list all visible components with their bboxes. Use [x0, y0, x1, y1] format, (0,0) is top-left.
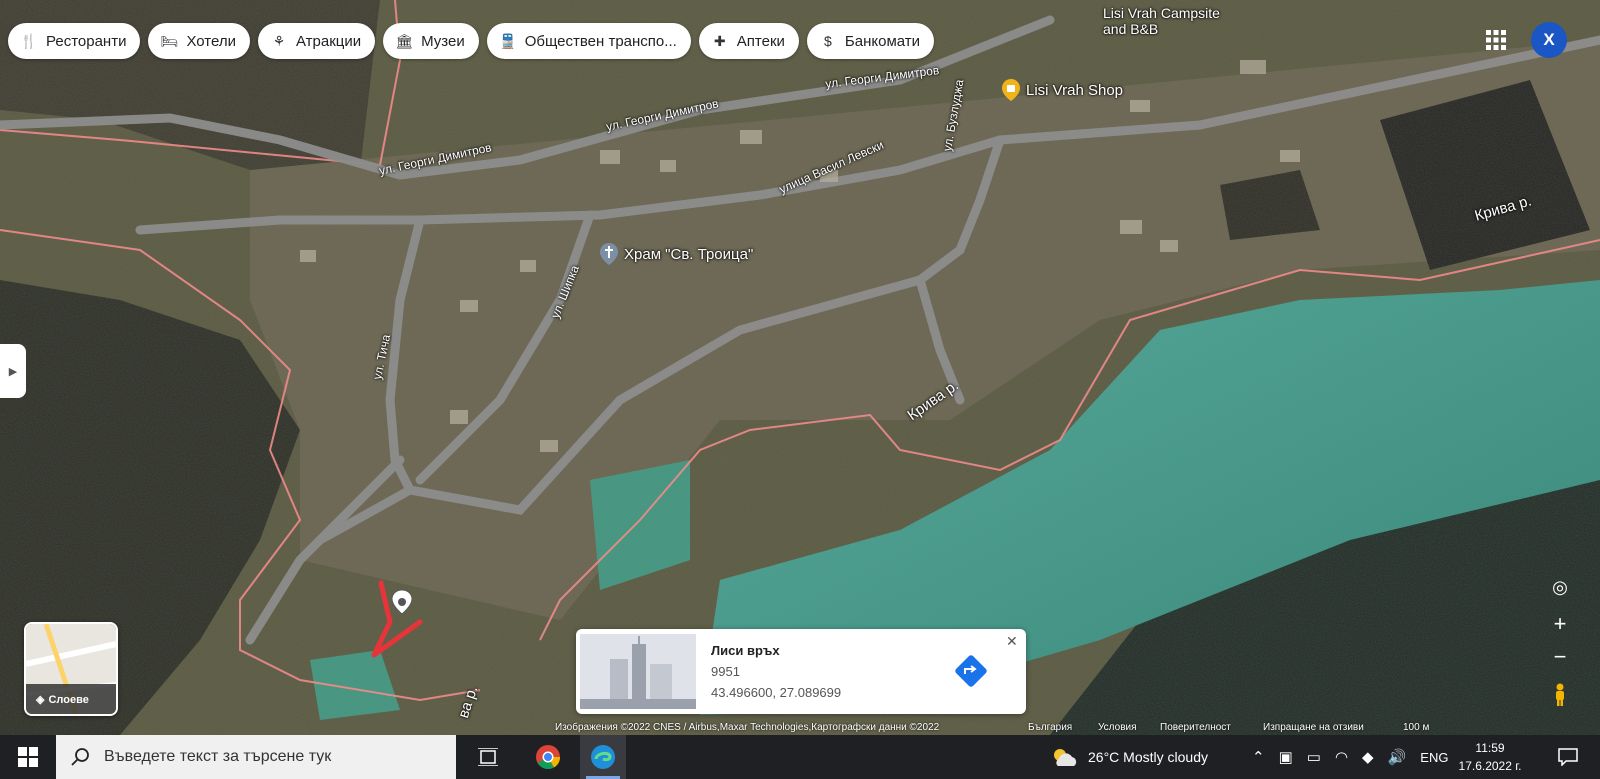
chip-label: Музеи — [421, 32, 465, 50]
chip-transit[interactable]: 🚆 Обществен транспо... — [486, 23, 691, 59]
chip-label: Аптеки — [736, 32, 785, 50]
hotel-icon: 🛏 — [160, 32, 179, 49]
imagery-credit: Изображения ©2022 CNES / Airbus,Maxar Te… — [555, 722, 940, 733]
campsite-label[interactable]: Lisi Vrah Campsite and B&B — [1103, 5, 1220, 37]
search-icon — [71, 748, 89, 766]
chip-label: Хотели — [186, 32, 236, 50]
church-label: Храм "Св. Троица" — [624, 245, 754, 263]
chip-label: Банкомати — [844, 32, 921, 50]
chip-atms[interactable]: $ Банкомати — [806, 23, 935, 59]
side-panel-toggle[interactable]: ▶ — [0, 344, 26, 398]
chip-museums[interactable]: 🏛 Музеи — [383, 23, 479, 59]
privacy-link[interactable]: Поверителност — [1160, 722, 1231, 733]
attribution-bar: Изображения ©2022 CNES / Airbus,Maxar Te… — [0, 722, 1600, 735]
satellite-map[interactable]: ул. Георги Димитров ул. Георги Димитров … — [0, 0, 1600, 735]
place-card[interactable]: Лиси връх 9951 43.496600, 27.089699 ✕ — [576, 629, 1026, 714]
chevron-up-icon[interactable]: ⌃ — [1252, 748, 1265, 766]
place-zip: 9951 — [711, 664, 740, 679]
clock[interactable]: 11:59 17.6.2022 г. — [1455, 739, 1525, 775]
layers-icon: ◈ — [36, 694, 45, 706]
chrome-icon[interactable] — [525, 735, 571, 779]
meet-icon[interactable]: ▣ — [1279, 748, 1293, 766]
clock-time: 11:59 — [1475, 741, 1505, 755]
chip-hotels[interactable]: 🛏 Хотели — [148, 23, 250, 59]
feedback-link[interactable]: Изпращане на отзиви — [1263, 722, 1364, 733]
security-icon[interactable]: ◆ — [1362, 748, 1374, 766]
clock-date: 17.6.2022 г. — [1458, 759, 1522, 773]
shop-label: Lisi Vrah Shop — [1026, 81, 1124, 99]
layers-button[interactable]: ◈ Слоеве — [24, 622, 118, 716]
taskbar-search[interactable]: Въведете текст за търсене тук — [56, 735, 456, 779]
chip-label: Атракции — [295, 32, 362, 50]
atm-icon: $ — [824, 33, 832, 49]
display-icon[interactable]: ▭ — [1307, 748, 1321, 766]
church-poi[interactable]: Храм "Св. Троица" — [598, 242, 753, 266]
transit-icon: 🚆 — [499, 32, 517, 49]
shop-poi[interactable]: Lisi Vrah Shop — [1000, 78, 1123, 102]
chip-label: Обществен транспо... — [524, 32, 677, 50]
chip-label: Ресторанти — [46, 32, 127, 50]
volume-icon[interactable]: 🔊 — [1388, 748, 1407, 766]
zoom-out-button[interactable]: − — [1546, 643, 1574, 671]
scale-label[interactable]: 100 м — [1403, 722, 1429, 733]
category-chips: 🍴 Ресторанти 🛏 Хотели ⚘ Атракции 🏛 Музеи 🚆 Об… — [8, 23, 935, 59]
task-view-icon[interactable] — [465, 735, 511, 779]
search-placeholder: Въведете текст за търсене тук — [104, 748, 332, 765]
attraction-icon: ⚘ — [272, 32, 286, 49]
country-link[interactable]: България — [1028, 722, 1072, 733]
chip-attractions[interactable]: ⚘ Атракции — [257, 23, 376, 59]
wifi-icon[interactable]: ◠ — [1335, 748, 1348, 766]
place-name: Лиси връх — [711, 643, 780, 658]
edge-icon[interactable] — [580, 735, 626, 779]
chip-restaurants[interactable]: 🍴 Ресторанти — [8, 23, 141, 59]
place-coords: 43.496600, 27.089699 — [711, 685, 842, 700]
cloud-sun-icon — [1054, 749, 1077, 766]
pegman-icon[interactable] — [1546, 681, 1574, 709]
close-icon[interactable]: ✕ — [1006, 633, 1018, 650]
windows-start-icon[interactable] — [18, 747, 38, 767]
map-imagery[interactable] — [0, 0, 1600, 735]
chip-pharmacies[interactable]: ✚ Аптеки — [698, 23, 799, 59]
place-thumbnail — [580, 634, 696, 709]
windows-taskbar: Въведете текст за търсене тук 26°C Mostl… — [0, 735, 1600, 779]
apps-grid-icon[interactable] — [1484, 28, 1508, 52]
restaurant-icon: 🍴 — [20, 32, 38, 49]
directions-icon[interactable] — [954, 654, 988, 688]
chevron-right-icon: ▶ — [8, 365, 18, 378]
system-tray: ⌃ ▣ ▭ ◠ ◆ 🔊 ENG — [1252, 735, 1448, 779]
notifications-icon[interactable] — [1545, 735, 1591, 779]
weather-text: 26°C Mostly cloudy — [1088, 749, 1208, 765]
museum-icon: 🏛 — [395, 32, 414, 49]
pharmacy-icon: ✚ — [713, 32, 726, 49]
zoom-in-button[interactable]: + — [1546, 610, 1574, 638]
layers-label: Слоеве — [48, 693, 89, 706]
language-indicator[interactable]: ENG — [1420, 750, 1448, 765]
terms-link[interactable]: Условия — [1098, 722, 1137, 733]
church-pin-icon — [600, 243, 618, 265]
account-avatar[interactable]: X — [1531, 22, 1567, 58]
weather-widget[interactable]: 26°C Mostly cloudy — [1050, 735, 1208, 779]
shop-pin-icon — [1002, 79, 1020, 101]
my-location-icon[interactable]: ◎ — [1546, 573, 1574, 601]
